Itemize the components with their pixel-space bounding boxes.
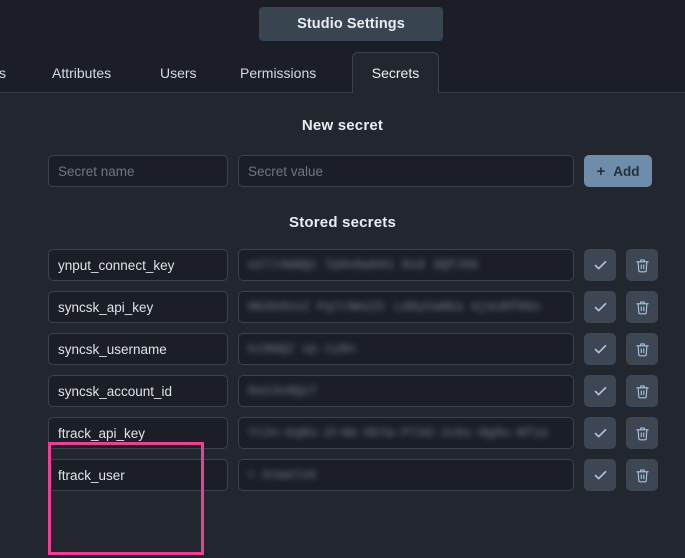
- delete-secret-button[interactable]: [626, 459, 658, 491]
- table-row: r.kowalsk: [0, 459, 685, 491]
- plus-icon: +: [596, 163, 605, 180]
- delete-secret-button[interactable]: [626, 417, 658, 449]
- secret-name-input[interactable]: [48, 249, 228, 281]
- tab-label: s: [0, 65, 6, 81]
- tab-label: Permissions: [240, 65, 316, 81]
- check-icon: [593, 342, 608, 357]
- studio-settings-button[interactable]: Studio Settings: [259, 7, 443, 41]
- secret-value-text: kx9mQ2 vp.ty8n: [248, 342, 356, 356]
- tab-label: Secrets: [372, 65, 419, 81]
- save-secret-button[interactable]: [584, 375, 616, 407]
- new-secret-form: + Add: [0, 155, 685, 187]
- secret-value-redacted[interactable]: e2ll4m8Qz Tp9vbwkK1 0xd 3QfJSk: [238, 249, 574, 281]
- save-secret-button[interactable]: [584, 249, 616, 281]
- secret-name-input[interactable]: [48, 417, 228, 449]
- add-secret-button[interactable]: + Add: [584, 155, 652, 187]
- check-icon: [593, 468, 608, 483]
- trash-icon: [635, 426, 650, 441]
- check-icon: [593, 384, 608, 399]
- secret-value-redacted[interactable]: Hb3k9Vx2 Pq7rNm1Zt Ld6yCw8Ea Uj4sRf0Gn: [238, 291, 574, 323]
- top-bar: Studio Settings: [0, 0, 685, 48]
- delete-secret-button[interactable]: [626, 375, 658, 407]
- tab-attributes[interactable]: Attributes: [38, 52, 125, 93]
- tab-strip: s Attributes Users Permissions Secrets: [0, 48, 685, 93]
- sidebar-item-truncated-tab[interactable]: s: [0, 52, 6, 93]
- new-secret-heading: New secret: [0, 117, 685, 134]
- secret-value-text: Hb3k9Vx2 Pq7rNm1Zt Ld6yCw8Ea Uj4sRf0Gn: [248, 300, 541, 314]
- check-icon: [593, 426, 608, 441]
- tab-secrets[interactable]: Secrets: [352, 52, 439, 93]
- tab-label: Users: [160, 65, 197, 81]
- secrets-panel: New secret + Add Stored secrets e2ll4m8Q…: [0, 117, 685, 558]
- secret-name-input[interactable]: [48, 459, 228, 491]
- tab-label: Attributes: [52, 65, 111, 81]
- stored-secrets-heading: Stored secrets: [0, 214, 685, 231]
- trash-icon: [635, 384, 650, 399]
- secret-value-text: 8a13x9Qz7: [248, 384, 317, 398]
- table-row: Hb3k9Vx2 Pq7rNm1Zt Ld6yCw8Ea Uj4sRf0Gn: [0, 291, 685, 323]
- secret-name-input[interactable]: [48, 375, 228, 407]
- secret-value-redacted[interactable]: kx9mQ2 vp.ty8n: [238, 333, 574, 365]
- secret-value-redacted[interactable]: Yt2n-Kq8v-Zr4m-Xb7w-Pl3d-Jc6s-Hg9u-Nf1a: [238, 417, 574, 449]
- save-secret-button[interactable]: [584, 291, 616, 323]
- secret-name-input[interactable]: [48, 291, 228, 323]
- new-secret-value-input[interactable]: [238, 155, 574, 187]
- trash-icon: [635, 258, 650, 273]
- stored-secrets-list: e2ll4m8Qz Tp9vbwkK1 0xd 3QfJSk Hb3k9Vx2 P…: [0, 249, 685, 491]
- tab-permissions[interactable]: Permissions: [226, 52, 330, 93]
- table-row: Yt2n-Kq8v-Zr4m-Xb7w-Pl3d-Jc6s-Hg9u-Nf1a: [0, 417, 685, 449]
- table-row: e2ll4m8Qz Tp9vbwkK1 0xd 3QfJSk: [0, 249, 685, 281]
- check-icon: [593, 300, 608, 315]
- check-icon: [593, 258, 608, 273]
- secret-value-redacted[interactable]: r.kowalsk: [238, 459, 574, 491]
- trash-icon: [635, 300, 650, 315]
- delete-secret-button[interactable]: [626, 249, 658, 281]
- secret-name-input[interactable]: [48, 333, 228, 365]
- trash-icon: [635, 468, 650, 483]
- delete-secret-button[interactable]: [626, 333, 658, 365]
- trash-icon: [635, 342, 650, 357]
- tab-users[interactable]: Users: [146, 52, 211, 93]
- table-row: 8a13x9Qz7: [0, 375, 685, 407]
- delete-secret-button[interactable]: [626, 291, 658, 323]
- save-secret-button[interactable]: [584, 459, 616, 491]
- save-secret-button[interactable]: [584, 417, 616, 449]
- secret-value-text: Yt2n-Kq8v-Zr4m-Xb7w-Pl3d-Jc6s-Hg9u-Nf1a: [248, 426, 548, 440]
- new-secret-name-input[interactable]: [48, 155, 228, 187]
- save-secret-button[interactable]: [584, 333, 616, 365]
- secret-value-redacted[interactable]: 8a13x9Qz7: [238, 375, 574, 407]
- add-secret-label: Add: [613, 164, 639, 179]
- secret-value-text: r.kowalsk: [248, 468, 317, 482]
- secret-value-text: e2ll4m8Qz Tp9vbwkK1 0xd 3QfJSk: [248, 258, 479, 272]
- table-row: kx9mQ2 vp.ty8n: [0, 333, 685, 365]
